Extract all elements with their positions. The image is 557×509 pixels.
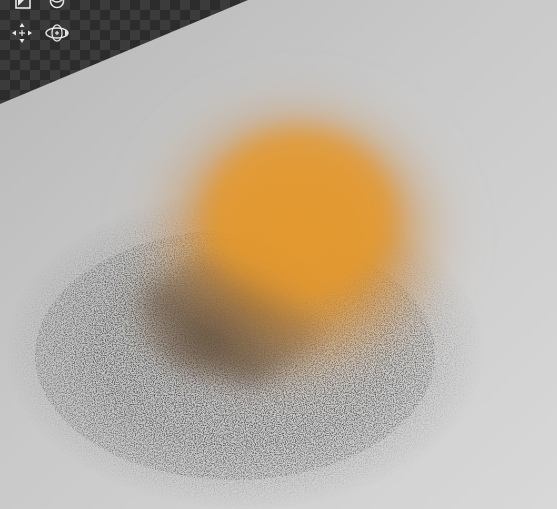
orbit-view-button[interactable]: [44, 22, 70, 44]
frame-icon: [13, 0, 33, 11]
light-direction-button[interactable]: [44, 0, 70, 12]
pan-view-button[interactable]: [9, 22, 35, 44]
viewport-toolbar: [4, 0, 74, 52]
orbit-icon: [43, 22, 71, 44]
frame-object-button[interactable]: [10, 0, 36, 12]
scene-render[interactable]: [0, 0, 557, 509]
3d-viewport[interactable]: [0, 0, 557, 509]
light-icon: [47, 0, 67, 11]
pan-icon: [10, 21, 34, 45]
